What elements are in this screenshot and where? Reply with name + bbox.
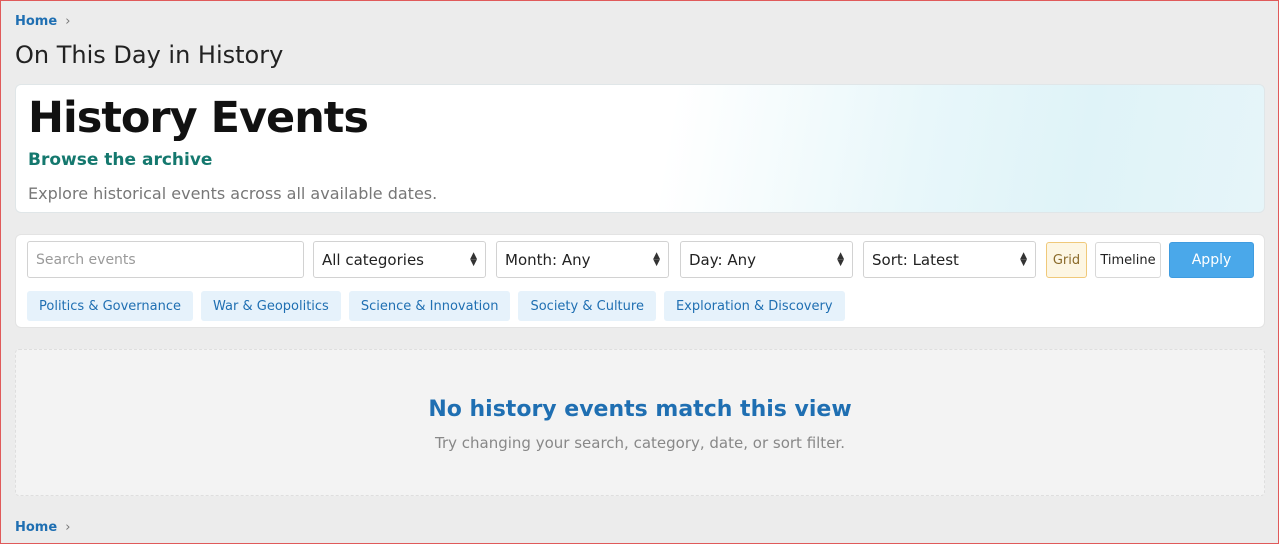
month-select[interactable]: Month: Any ▲ ▼	[496, 241, 669, 278]
page-title: On This Day in History	[15, 41, 284, 69]
category-select-value: All categories	[322, 250, 424, 269]
chip-war-geopolitics[interactable]: War & Geopolitics	[201, 291, 341, 321]
breadcrumb-top: Home ›	[15, 14, 70, 29]
category-select[interactable]: All categories ▲ ▼	[313, 241, 486, 278]
empty-state-description: Try changing your search, category, date…	[435, 434, 845, 452]
empty-state-title: No history events match this view	[428, 397, 852, 422]
hero-title: History Events	[28, 93, 369, 143]
empty-state: No history events match this view Try ch…	[15, 349, 1265, 496]
sort-select-value: Sort: Latest	[872, 250, 959, 269]
hero-description: Explore historical events across all ava…	[28, 184, 438, 203]
select-arrows-icon: ▲ ▼	[837, 250, 844, 268]
chevron-right-icon: ›	[65, 14, 71, 29]
chip-politics-governance[interactable]: Politics & Governance	[27, 291, 194, 321]
breadcrumb-home-link[interactable]: Home	[15, 520, 57, 535]
category-chips: Politics & Governance War & Geopolitics …	[27, 291, 845, 321]
month-select-value: Month: Any	[505, 250, 591, 269]
breadcrumb-home-link[interactable]: Home	[15, 14, 57, 29]
chip-science-innovation[interactable]: Science & Innovation	[348, 291, 511, 321]
day-select-value: Day: Any	[689, 250, 756, 269]
grid-view-button[interactable]: Grid	[1046, 242, 1087, 278]
timeline-view-button[interactable]: Timeline	[1095, 242, 1161, 278]
breadcrumb-bottom: Home ›	[15, 520, 70, 535]
filter-panel: All categories ▲▼ Month: Any ▲▼ Day: Any…	[15, 234, 1265, 328]
sort-select[interactable]: Sort: Latest ▲ ▼	[863, 241, 1036, 278]
hero-banner: History Events Browse the archive Explor…	[15, 84, 1265, 213]
select-arrows-icon: ▲ ▼	[653, 250, 660, 268]
search-input[interactable]	[27, 241, 304, 278]
chip-society-culture[interactable]: Society & Culture	[518, 291, 656, 321]
hero-subtitle: Browse the archive	[28, 150, 213, 170]
chevron-right-icon: ›	[65, 520, 71, 535]
day-select[interactable]: Day: Any ▲ ▼	[680, 241, 853, 278]
chip-exploration-discovery[interactable]: Exploration & Discovery	[663, 291, 845, 321]
select-arrows-icon: ▲ ▼	[470, 250, 477, 268]
apply-button[interactable]: Apply	[1169, 242, 1254, 278]
select-arrows-icon: ▲ ▼	[1020, 250, 1027, 268]
